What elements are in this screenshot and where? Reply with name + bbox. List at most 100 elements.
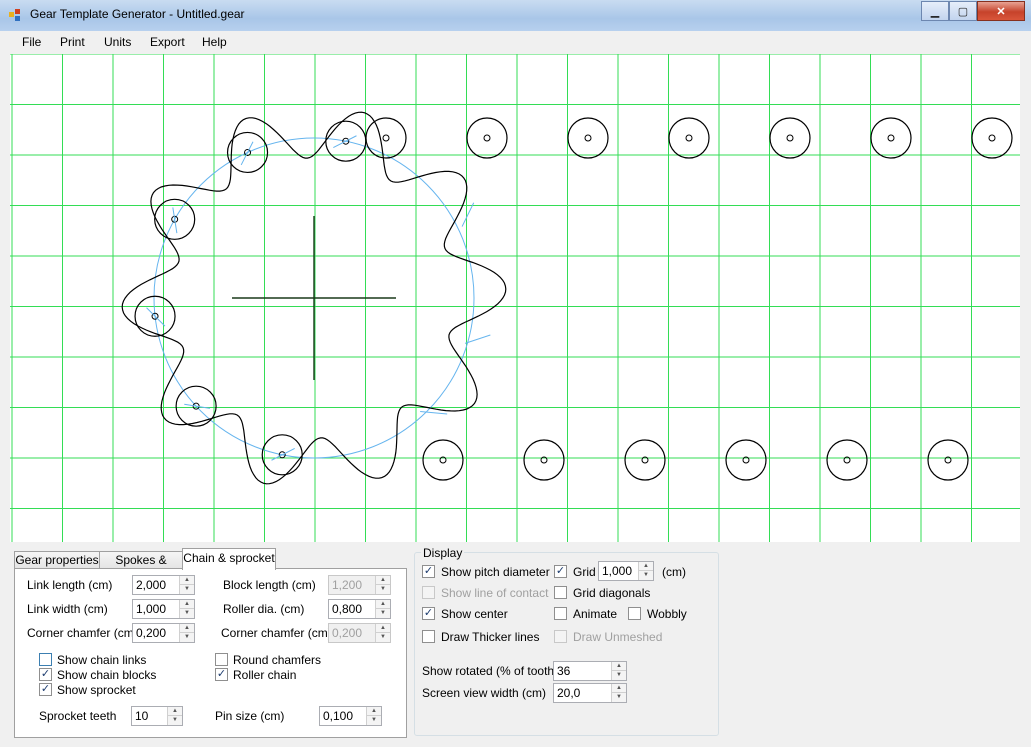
show-chain-blocks-label: Show chain blocks	[57, 668, 157, 682]
grid-checkbox[interactable]: ✓	[554, 565, 567, 578]
title-bar: Gear Template Generator - Untitled.gear …	[0, 0, 1031, 32]
roller-pin	[584, 134, 592, 142]
window-title: Gear Template Generator - Untitled.gear	[30, 7, 245, 21]
draw-unmeshed-checkbox[interactable]	[554, 630, 567, 643]
menu-print[interactable]: Print	[60, 35, 85, 49]
roller-tick	[333, 135, 357, 148]
chain-roller-top	[466, 117, 508, 159]
roller-pin	[786, 134, 794, 142]
animate-checkbox[interactable]	[554, 607, 567, 620]
roller-dia-label: Roller dia. (cm)	[223, 602, 305, 616]
block-length-spinner[interactable]: ▲ ▼	[375, 576, 390, 594]
menu-help[interactable]: Help	[202, 35, 227, 49]
pin-size-input[interactable]: 0,100 ▲ ▼	[319, 706, 382, 726]
roller-dia-spinner[interactable]: ▲ ▼	[375, 600, 390, 618]
display-group: Display	[414, 546, 719, 736]
tab-gear-properties[interactable]: Gear properties	[14, 551, 100, 569]
corner-chamfer-spinner[interactable]: ▲ ▼	[179, 624, 194, 642]
round-chamfers-label: Round chamfers	[233, 653, 322, 667]
tab-chain-sprocket[interactable]: Chain & sprocket	[182, 548, 276, 570]
gear-drawing	[10, 54, 1020, 542]
pin-size-spinner[interactable]: ▲ ▼	[366, 707, 381, 725]
screen-view-width-spinner[interactable]: ▲ ▼	[611, 684, 626, 702]
show-rotated-label: Show rotated (% of tooth)	[422, 664, 559, 678]
roller-tick	[172, 207, 178, 234]
show-pitch-diameter-label: Show pitch diameter	[441, 565, 550, 579]
link-length-spinner[interactable]: ▲ ▼	[179, 576, 194, 594]
sprocket-teeth-label: Sprocket teeth	[39, 709, 117, 723]
grid-unit-label: (cm)	[662, 565, 686, 579]
roller-pin	[887, 134, 895, 142]
show-center-label: Show center	[441, 607, 508, 621]
chain-sprocket-panel: Link length (cm) 2,000 ▲ ▼ Link width (cm)…	[14, 568, 407, 738]
draw-unmeshed-label: Draw Unmeshed	[573, 630, 663, 644]
chain-roller-bottom	[927, 439, 969, 481]
corner-chamfer-right-input[interactable]: 0,200 ▲ ▼	[328, 623, 391, 643]
link-length-input[interactable]: 2,000 ▲ ▼	[132, 575, 195, 595]
minimize-button[interactable]: ▁	[921, 1, 949, 21]
show-chain-blocks-checkbox[interactable]: ✓	[39, 668, 52, 681]
block-length-label: Block length (cm)	[223, 578, 316, 592]
app-icon	[9, 9, 20, 21]
chain-roller-top	[971, 117, 1013, 159]
roller-chain-checkbox[interactable]: ✓	[215, 668, 228, 681]
draw-thicker-lines-checkbox[interactable]	[422, 630, 435, 643]
screen-view-width-label: Screen view width (cm)	[422, 686, 547, 700]
chain-roller-top	[567, 117, 609, 159]
round-chamfers-checkbox[interactable]	[215, 653, 228, 666]
show-sprocket-label: Show sprocket	[57, 683, 136, 697]
show-sprocket-checkbox[interactable]: ✓	[39, 683, 52, 696]
corner-chamfer-right-label: Corner chamfer (cm)	[221, 626, 332, 640]
link-length-label: Link length (cm)	[27, 578, 113, 592]
link-width-input[interactable]: 1,000 ▲ ▼	[132, 599, 195, 619]
corner-chamfer-input[interactable]: 0,200 ▲ ▼	[132, 623, 195, 643]
grid-diagonals-label: Grid diagonals	[573, 586, 651, 600]
gear-canvas[interactable]	[10, 54, 1020, 542]
chain-roller-top	[668, 117, 710, 159]
show-center-checkbox[interactable]: ✓	[422, 607, 435, 620]
roller-pin	[382, 134, 390, 142]
menu-units[interactable]: Units	[104, 35, 131, 49]
grid-diagonals-checkbox[interactable]	[554, 586, 567, 599]
close-button[interactable]: ✕	[977, 1, 1025, 21]
window-frame	[0, 53, 10, 747]
show-line-of-contact-checkbox[interactable]	[422, 586, 435, 599]
corner-chamfer-label: Corner chamfer (cm)	[27, 626, 138, 640]
chain-roller-bottom	[422, 439, 464, 481]
roller-pin	[483, 134, 491, 142]
roller-tick	[240, 141, 254, 166]
chain-roller-top	[870, 117, 912, 159]
menu-export[interactable]: Export	[150, 35, 185, 49]
sprocket-teeth-spinner[interactable]: ▲ ▼	[167, 707, 182, 725]
grid-label: Grid	[573, 565, 596, 579]
animate-label: Animate	[573, 607, 618, 621]
roller-pin	[988, 134, 996, 142]
tab-spokes-more[interactable]: Spokes & more	[99, 551, 183, 584]
chain-roller-top	[769, 117, 811, 159]
restore-button[interactable]: ▢	[949, 1, 977, 21]
chain-roller-top	[365, 117, 407, 159]
show-chain-links-checkbox[interactable]	[39, 653, 52, 666]
screen-view-width-input[interactable]: 20,0 ▲ ▼	[553, 683, 627, 703]
wobbly-checkbox[interactable]	[628, 607, 641, 620]
sprocket-teeth-input[interactable]: 10 ▲ ▼	[131, 706, 183, 726]
draw-thicker-lines-label: Draw Thicker lines	[441, 630, 540, 644]
display-legend: Display	[421, 546, 465, 560]
block-length-input[interactable]: 1,200 ▲ ▼	[328, 575, 391, 595]
chain-roller-bottom	[523, 439, 565, 481]
roller-dia-input[interactable]: 0,800 ▲ ▼	[328, 599, 391, 619]
link-width-spinner[interactable]: ▲ ▼	[179, 600, 194, 618]
show-rotated-spinner[interactable]: ▲ ▼	[611, 662, 626, 680]
grid-size-spinner[interactable]: ▲ ▼	[638, 562, 653, 580]
grid-size-input[interactable]: 1,000 ▲ ▼	[598, 561, 654, 581]
chain-roller-bottom	[725, 439, 767, 481]
wobbly-label: Wobbly	[647, 607, 687, 621]
show-rotated-input[interactable]: 36 ▲ ▼	[553, 661, 627, 681]
contact-tick	[461, 202, 475, 227]
roller-pin	[685, 134, 693, 142]
show-chain-links-label: Show chain links	[57, 653, 147, 667]
link-width-label: Link width (cm)	[27, 602, 108, 616]
corner-chamfer-right-spinner[interactable]: ▲ ▼	[375, 624, 390, 642]
show-pitch-diameter-checkbox[interactable]: ✓	[422, 565, 435, 578]
menu-file[interactable]: File	[22, 35, 41, 49]
